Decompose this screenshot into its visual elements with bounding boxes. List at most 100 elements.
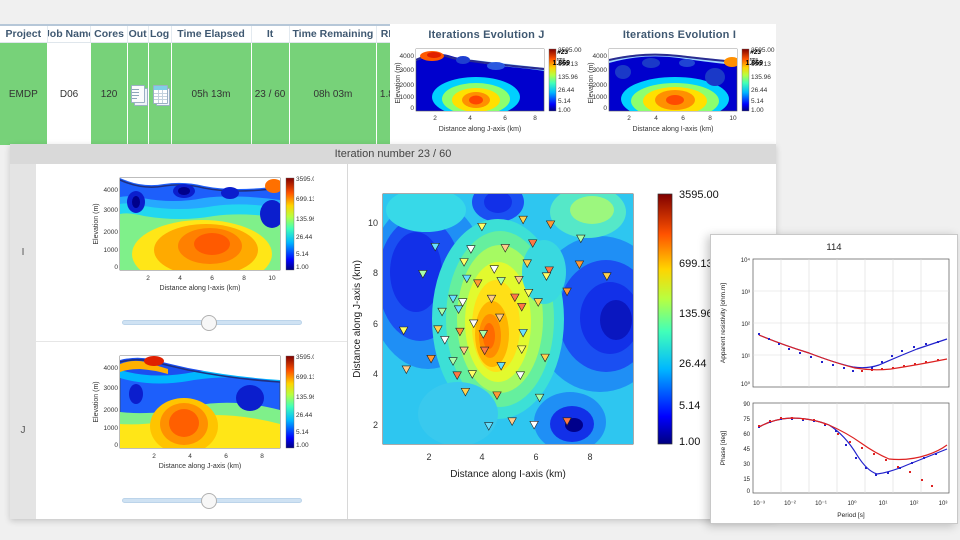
map-ylabel: Distance along J-axis (km) [352,260,363,378]
phase-xlabel: Period [s] [837,512,865,519]
svg-text:3595.00: 3595.00 [296,354,314,361]
svg-text:0: 0 [114,442,118,449]
section-j-ylabel: Elevation (m) [93,381,100,422]
svg-text:4: 4 [178,275,182,282]
col-header-time-elapsed[interactable]: Time Elapsed [172,26,252,42]
col-header-out[interactable]: Out [128,26,149,42]
svg-text:6: 6 [503,115,507,122]
cell-cores: 120 [91,43,128,145]
svg-text:2: 2 [146,275,150,282]
evolution-j-rms-value: 1.869 [552,60,570,67]
iteration-main-panel: Iteration number 23 / 60 I J 4000 3000 2… [10,144,776,519]
sounding-svg: 10⁴ 10³ 10² 10¹ 10⁰ Apparent resistivity… [720,257,950,519]
svg-text:10: 10 [368,218,378,228]
cell-log[interactable] [148,43,172,145]
section-plot-i[interactable]: 4000 3000 2000 1000 0 2 4 6 8 10 Distanc… [84,172,314,297]
svg-text:3000: 3000 [103,207,118,214]
iteration-number-bar: Iteration number 23 / 60 [10,144,776,164]
svg-text:1.00: 1.00 [296,264,309,271]
col-header-it[interactable]: It [252,26,290,42]
evolution-panel-j-title: Iterations Evolution J [428,29,545,41]
colorbar-tick-2: 135.96 [679,308,713,320]
svg-text:2: 2 [152,453,156,460]
svg-text:0: 0 [114,264,118,271]
cell-time-elapsed: 05h 13m [171,43,252,145]
evolution-i-rms-value: 1.869 [745,60,763,67]
resistivity-ytick-1: 10¹ [741,354,750,360]
phase-ytick-6: 90 [743,402,750,408]
resistivity-ytick-4: 10⁴ [741,257,751,264]
phase-axes [752,402,950,494]
section-j-slider-handle[interactable] [201,493,218,509]
section-j-xlabel: Distance along J-axis (km) [159,463,241,470]
resistivity-ytick-2: 10² [741,322,750,328]
phase-ytick-2: 30 [743,462,750,468]
evolution-panel-i[interactable]: Iterations Evolution I 2 4 6 8 10 Distan… [583,24,776,144]
colorbar-tick-1: 699.13 [679,258,713,270]
svg-text:6: 6 [533,452,538,462]
svg-text:8: 8 [373,268,378,278]
svg-text:4: 4 [479,452,484,462]
map-xlabel: Distance along I-axis (km) [450,469,566,480]
col-header-job-name[interactable]: Job Name [48,26,92,42]
col-header-log[interactable]: Log [149,26,172,42]
svg-text:8: 8 [242,275,246,282]
svg-text:5.14: 5.14 [751,98,764,105]
evolution-i-xlabel: Distance along I-axis (km) [633,126,714,133]
svg-text:1.00: 1.00 [558,107,571,114]
svg-text:4000: 4000 [400,53,415,60]
cell-job-name: D06 [47,43,92,145]
svg-text:2: 2 [627,115,631,122]
row-label-i: I [21,247,25,259]
section-i-slider[interactable] [121,315,302,331]
col-header-cores[interactable]: Cores [91,26,128,42]
cell-time-remaining: 08h 03m [289,43,378,145]
svg-text:8: 8 [533,115,537,122]
section-i-slider-handle[interactable] [201,315,218,331]
svg-text:10: 10 [729,115,737,122]
evolution-panel-j-plot: 2 4 6 8 Distance along J-axis (km) Eleva… [390,41,583,136]
evolution-panel-j[interactable]: Iterations Evolution J 2 4 6 8 Distance … [390,24,583,144]
svg-text:1000: 1000 [400,94,415,101]
svg-text:4000: 4000 [103,187,118,194]
phase-xtick-4: 10¹ [879,501,888,507]
svg-text:135.96: 135.96 [751,74,771,81]
svg-text:6: 6 [373,319,378,329]
svg-text:0: 0 [410,105,414,112]
resistivity-ytick-0: 10⁰ [741,381,751,388]
phase-ytick-3: 45 [743,447,750,453]
colorbar-tick-4: 5.14 [679,400,700,412]
svg-text:5.14: 5.14 [296,251,309,258]
svg-text:5.14: 5.14 [296,429,309,436]
svg-text:2000: 2000 [400,82,415,89]
svg-text:8: 8 [708,115,712,122]
svg-text:2: 2 [433,115,437,122]
svg-text:699.13: 699.13 [296,374,314,381]
svg-text:699.13: 699.13 [296,196,314,203]
svg-text:2: 2 [373,420,378,430]
evolution-i-iteration-tag: #23 [750,49,761,56]
svg-text:135.96: 135.96 [558,74,578,81]
svg-text:4: 4 [373,369,378,379]
document-icon[interactable] [130,84,148,106]
svg-text:2000: 2000 [593,82,608,89]
cell-project: EMDP [0,43,48,145]
col-header-project[interactable]: Project [0,26,48,42]
phase-xtick-5: 10² [910,501,919,507]
svg-text:6: 6 [224,453,228,460]
section-plot-j[interactable]: 4000 3000 2000 1000 0 2 4 6 8 Distance a… [84,350,314,475]
evolution-panel-i-plot: 2 4 6 8 10 Distance along I-axis (km) El… [583,41,776,136]
sounding-curve-window[interactable]: 114 10⁴ 10³ 10² 10¹ 10⁰ Apparent resisti… [710,234,958,524]
phase-ytick-1: 15 [743,477,750,483]
evolution-i-svg: 2 4 6 8 10 Distance along I-axis (km) El… [588,47,775,133]
section-cell-i: 4000 3000 2000 1000 0 2 4 6 8 10 Distanc… [36,164,347,341]
spreadsheet-icon[interactable] [152,84,170,106]
col-header-time-remaining[interactable]: Time Remaining [290,26,378,42]
section-j-slider[interactable] [121,493,302,509]
svg-text:5.14: 5.14 [558,98,571,105]
svg-text:8: 8 [587,452,592,462]
svg-text:2000: 2000 [103,407,118,414]
phase-ytick-5: 75 [743,417,750,423]
cell-out[interactable] [127,43,149,145]
row-label-j: J [20,424,26,436]
